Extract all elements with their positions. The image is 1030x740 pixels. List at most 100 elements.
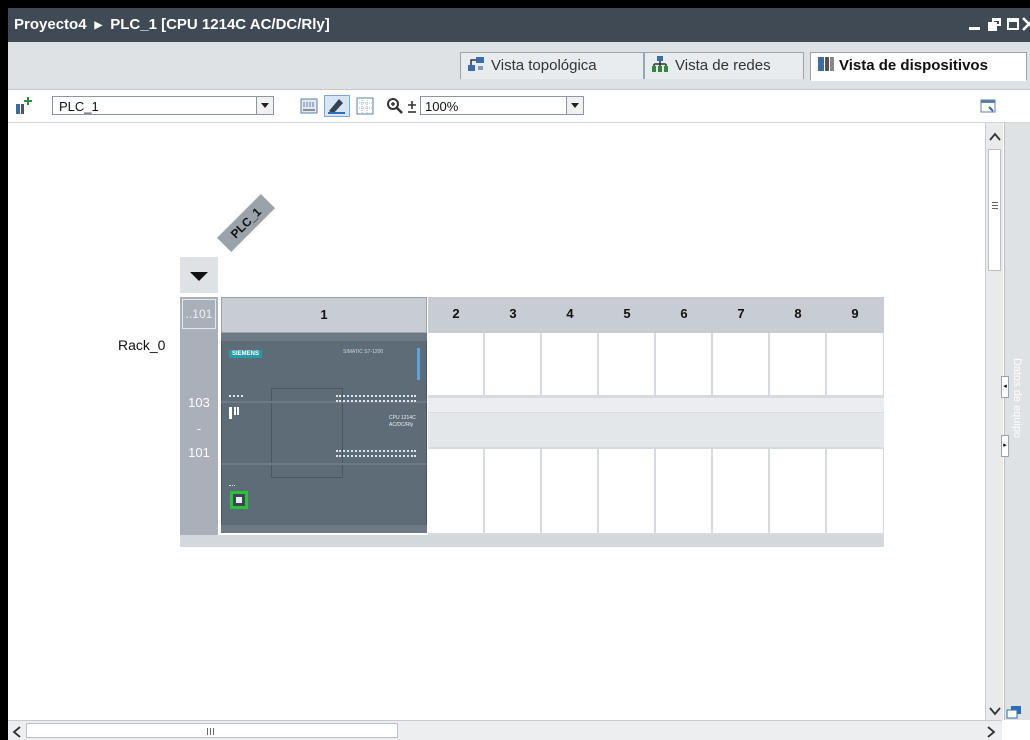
panel-dock-icon[interactable] [1005,705,1023,719]
rack-bottom-rail [180,535,884,547]
chevron-down-icon[interactable] [566,97,583,114]
slot-band-middle [428,413,884,447]
rack-label: Rack_0 [118,337,166,353]
slot-3-cell-lower[interactable] [485,449,540,533]
collapse-right-icon[interactable]: ▸ [1001,435,1009,457]
slot-header-6[interactable]: 6 [656,297,712,333]
slot-4-cell[interactable] [542,333,597,395]
collapse-left-icon[interactable]: ◂ [1001,376,1009,398]
terminal-dots [229,395,243,399]
slot-5-cell[interactable] [599,333,654,395]
zoom-dropdown[interactable]: 100% [420,96,584,115]
chevron-down-icon[interactable] [256,97,273,114]
slot-header-8[interactable]: 8 [770,297,826,333]
terminal-dots [336,450,416,454]
ethernet-port[interactable] [230,491,248,509]
cpu-bottom-edge [221,525,427,533]
slot-header-5[interactable]: 5 [599,297,655,333]
title-bar: Proyecto4 ▶ PLC_1 [CPU 1214C AC/DC/Rly] [8,8,1030,42]
device-selector-icon[interactable] [13,95,35,117]
slot-7-cell[interactable] [713,333,768,395]
maximize-icon[interactable] [1006,17,1020,31]
slot-2-cell[interactable] [428,333,483,395]
cpu-model-line2: AC/DC/Rly [389,422,414,428]
cpu-model-line1: CPU 1214C [389,415,416,421]
terminal-dots [336,395,416,399]
horizontal-scroll-thumb[interactable] [26,723,398,738]
zoom-icon[interactable] [386,95,404,117]
network-icon [651,55,669,73]
vertical-scroll-thumb[interactable] [988,149,1001,271]
view-tab-bar: Vista topológica Vista de redes Vista de… [8,42,1030,90]
slot-9-cell-lower[interactable] [827,449,883,533]
device-view-icon [817,55,835,73]
device-view-window: Proyecto4 ▶ PLC_1 [CPU 1214C AC/DC/Rly] [8,8,1030,740]
device-data-side-panel[interactable]: Datos de equipo ◂ ▸ [1001,123,1030,720]
left-slot-101: 101 [188,445,210,460]
device-dropdown-value: PLC_1 [59,99,99,114]
close-icon[interactable] [1022,17,1030,31]
slot-8-cell[interactable] [770,333,825,395]
simatic-label: SIMATIC S7-1200 [343,349,384,355]
status-led-strip [417,348,420,380]
scroll-right-icon[interactable] [986,725,996,740]
device-toolbar: PLC_1 100% [8,90,1030,123]
project-name: Proyecto4 [14,16,87,33]
horizontal-scrollbar[interactable] [8,720,1002,740]
left-slot-103: 103 [188,395,210,410]
slot-header-4[interactable]: 4 [542,297,598,333]
io-indicator [229,407,232,419]
slot-header-9[interactable]: 9 [827,297,883,333]
rack-collapse-button[interactable] [180,257,218,293]
expansion-column[interactable]: ..101 103 - 101 [180,297,218,547]
topology-icon [467,55,485,73]
slot-8-cell-lower[interactable] [770,449,825,533]
cpu-module[interactable]: SIEMENS SIMATIC S7-1200 CPU 1214C AC/DC/… [221,333,427,533]
tab-topology-view[interactable]: Vista topológica [460,52,644,79]
float-window-icon[interactable] [988,17,1002,31]
cpu-top-edge [221,333,427,341]
show-module-labels-icon[interactable] [324,95,350,117]
terminal-dots [336,455,416,459]
minimize-icon[interactable] [968,17,982,31]
siemens-logo: SIEMENS [229,350,263,358]
triangle-down-icon [190,272,208,281]
slot-header-2[interactable]: 2 [428,297,484,333]
terminal-dots [336,400,416,404]
breadcrumb-arrow-icon: ▶ [94,20,103,31]
tab-device-label: Vista de dispositivos [839,57,988,74]
tab-topology-label: Vista topológica [491,57,597,74]
scroll-left-icon[interactable] [12,725,22,740]
slot-2-cell-lower[interactable] [428,449,483,533]
io-indicator [234,407,236,415]
slot-4-cell-lower[interactable] [542,449,597,533]
cpu-divider [221,463,427,465]
slot-7-cell-lower[interactable] [713,449,768,533]
slot-header-7[interactable]: 7 [713,297,769,333]
device-dropdown[interactable]: PLC_1 [52,96,274,115]
port-label-dots [229,485,235,488]
tab-device-view[interactable]: Vista de dispositivos [810,52,1027,81]
rack-layout-icon[interactable] [298,95,320,117]
tab-network-view[interactable]: Vista de redes [644,52,804,79]
vertical-scrollbar[interactable] [985,123,1003,720]
zoom-step-icon[interactable] [407,100,417,119]
slot-header-1[interactable]: 1 [221,297,427,333]
device-canvas[interactable]: PLC_1 Rack_0 ..101 103 - 101 1 2 3 4 5 6… [8,123,984,718]
left-slot-dash: - [196,421,202,436]
slot-5-cell-lower[interactable] [599,449,654,533]
slot-header-3[interactable]: 3 [485,297,541,333]
panel-toggle-icon[interactable] [977,95,999,117]
grid-toggle-icon[interactable] [354,95,376,117]
slot-6-cell-lower[interactable] [656,449,711,533]
slot-9-cell[interactable] [827,333,883,395]
tab-network-label: Vista de redes [675,57,771,74]
slot-6-cell[interactable] [656,333,711,395]
device-name-tag[interactable]: PLC_1 [217,194,275,252]
io-indicator [237,407,239,415]
slot-3-cell[interactable] [485,333,540,395]
scroll-down-icon[interactable] [989,703,1001,721]
scroll-up-icon[interactable] [989,129,1001,147]
device-name: PLC_1 [CPU 1214C AC/DC/Rly] [110,16,330,33]
ethernet-port-socket [236,497,242,503]
